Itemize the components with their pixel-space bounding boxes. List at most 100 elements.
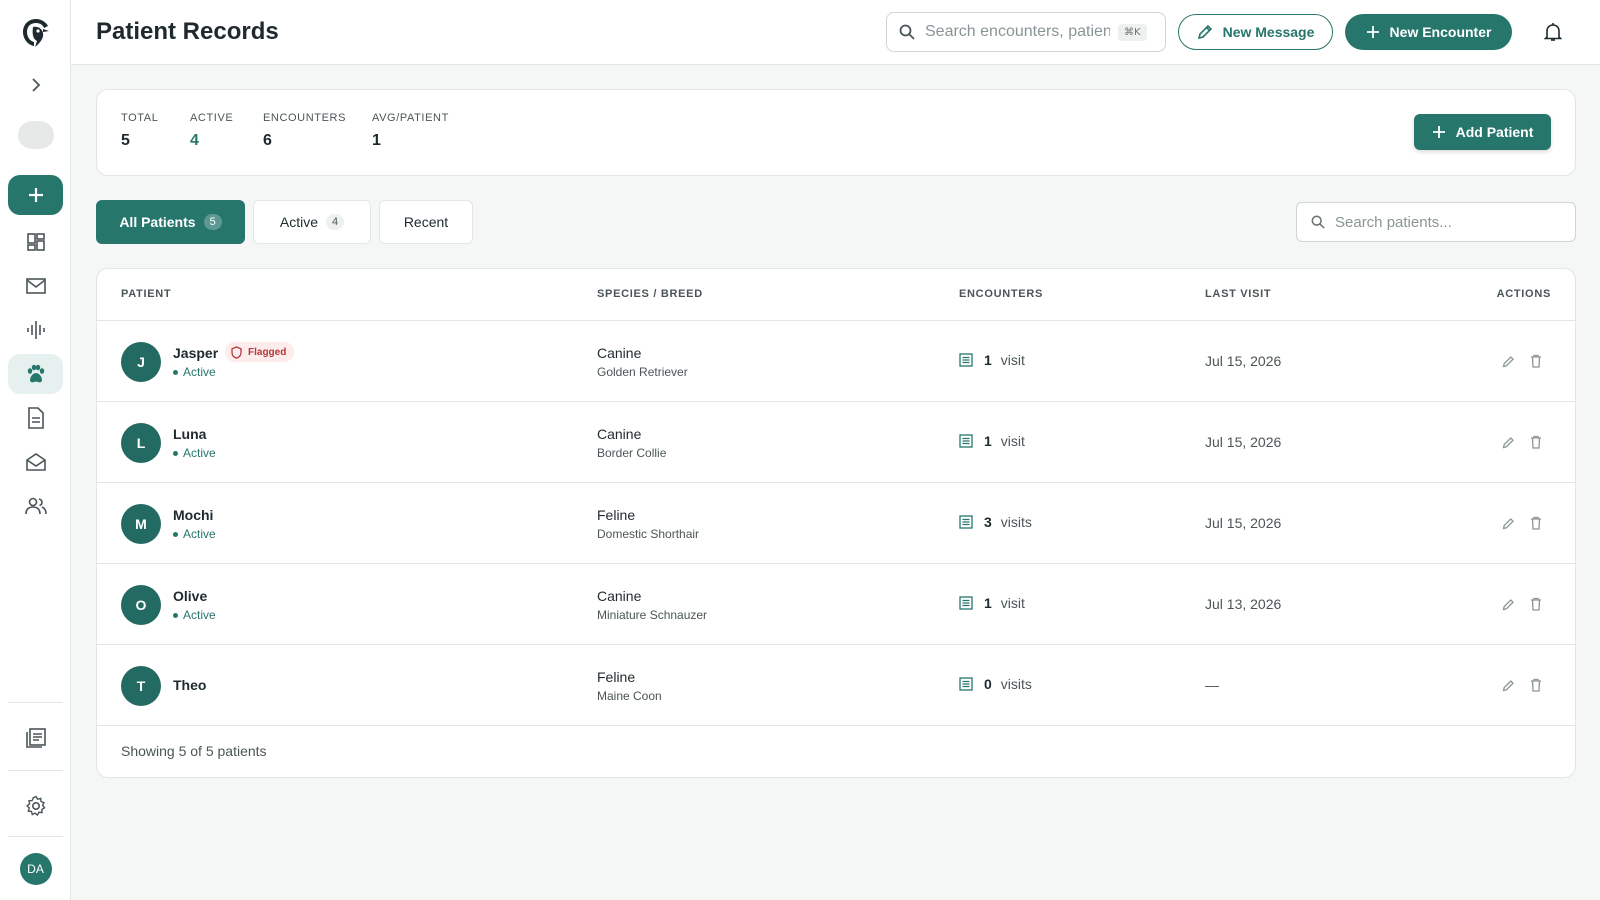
tab-all-patients[interactable]: All Patients 5	[96, 200, 245, 244]
stat-label: AVG/PATIENT	[372, 112, 449, 124]
delete-button[interactable]	[1528, 434, 1544, 450]
search-icon	[899, 24, 915, 40]
table-row[interactable]: M Mochi Active Feline Domestic Shorthair…	[97, 483, 1575, 564]
status-badge: Active	[173, 365, 216, 379]
pencil-icon	[1502, 436, 1514, 448]
sidebar-item-patients[interactable]	[0, 354, 71, 394]
add-patient-button[interactable]: Add Patient	[1414, 114, 1551, 150]
new-item-button[interactable]	[0, 175, 71, 215]
global-search[interactable]: ⌘K	[886, 12, 1166, 52]
delete-button[interactable]	[1528, 515, 1544, 531]
edit-button[interactable]	[1500, 353, 1516, 369]
edit-button[interactable]	[1500, 434, 1516, 450]
list-icon	[959, 596, 973, 610]
sidebar-item-audio[interactable]	[0, 310, 71, 350]
encounter-unit: visit	[1000, 595, 1025, 611]
last-visit: Jul 15, 2026	[1205, 515, 1282, 531]
new-message-label: New Message	[1222, 24, 1315, 40]
workspace-switcher[interactable]	[0, 121, 71, 149]
encounter-number: 0	[984, 676, 992, 692]
breed: Border Collie	[597, 446, 667, 460]
status-dot	[173, 531, 178, 537]
sidebar-item-team[interactable]	[0, 486, 71, 526]
stat-label: ENCOUNTERS	[263, 112, 347, 124]
sidebar-divider	[8, 770, 63, 771]
encounter-number: 1	[984, 352, 992, 368]
table-header: PATIENT SPECIES / BREED ENCOUNTERS LAST …	[97, 269, 1575, 321]
encounter-unit: visits	[1000, 676, 1032, 692]
patient-name[interactable]: Mochi	[173, 507, 213, 523]
encounter-number: 1	[984, 433, 992, 449]
expand-sidebar-button[interactable]	[0, 72, 71, 98]
tab-active[interactable]: Active 4	[253, 200, 371, 244]
edit-button[interactable]	[1500, 677, 1516, 693]
chevron-right-icon	[31, 78, 40, 92]
patient-name[interactable]: Luna	[173, 426, 206, 442]
sidebar-item-inbox[interactable]	[0, 442, 71, 482]
delete-button[interactable]	[1528, 677, 1544, 693]
edit-button[interactable]	[1500, 515, 1516, 531]
edit-button[interactable]	[1500, 596, 1516, 612]
encounter-number: 1	[984, 595, 992, 611]
patient-avatar: L	[121, 423, 161, 463]
list-icon	[959, 434, 973, 448]
pencil-icon	[1502, 679, 1514, 691]
pencil-icon	[1502, 355, 1514, 367]
stats-card: TOTAL 5 ACTIVE 4 ENCOUNTERS 6 AVG/PATIEN…	[96, 89, 1576, 176]
notifications-button[interactable]	[1541, 20, 1565, 44]
sidebar-item-messages[interactable]	[0, 266, 71, 306]
table-row[interactable]: J Jasper Flagged Active Canine Golden Re…	[97, 321, 1575, 402]
column-header-last-visit: LAST VISIT	[1205, 288, 1272, 300]
tab-label: All Patients	[119, 214, 196, 230]
dashboard-icon	[26, 233, 45, 251]
species: Feline	[597, 507, 636, 523]
inbox-icon	[25, 453, 46, 471]
new-message-button[interactable]: New Message	[1178, 14, 1333, 50]
stat-label: ACTIVE	[190, 112, 234, 124]
app-logo[interactable]	[0, 14, 71, 52]
sidebar-item-documents[interactable]	[0, 398, 71, 438]
encounter-unit: visit	[1000, 433, 1025, 449]
last-visit: —	[1205, 677, 1219, 693]
stat-value: 6	[263, 132, 272, 149]
bird-logo-icon	[22, 19, 49, 47]
encounter-count: 1 visit	[959, 433, 1025, 449]
status-label: Active	[183, 527, 216, 541]
list-icon	[959, 515, 973, 529]
trash-icon	[1531, 516, 1541, 530]
table-row[interactable]: L Luna Active Canine Border Collie 1 vis…	[97, 402, 1575, 483]
tab-count: 5	[203, 214, 222, 230]
sidebar-item-dashboard[interactable]	[0, 222, 71, 262]
pencil-icon	[1502, 598, 1514, 610]
status-label: Active	[183, 365, 216, 379]
user-avatar-button[interactable]: DA	[0, 852, 71, 886]
tab-recent[interactable]: Recent	[379, 200, 473, 244]
shortcut-badge: ⌘K	[1118, 23, 1147, 41]
delete-button[interactable]	[1528, 596, 1544, 612]
page-title: Patient Records	[96, 18, 279, 45]
new-item-bg	[8, 175, 63, 215]
global-search-input[interactable]	[925, 23, 1110, 41]
delete-button[interactable]	[1528, 353, 1544, 369]
patient-name[interactable]: Jasper	[173, 345, 218, 361]
patient-avatar: O	[121, 585, 161, 625]
patient-search-input[interactable]	[1335, 213, 1555, 231]
patient-name[interactable]: Theo	[173, 677, 206, 693]
paw-icon	[27, 364, 44, 383]
tab-label: Recent	[403, 214, 449, 230]
sidebar-item-notes[interactable]	[0, 718, 71, 758]
new-encounter-button[interactable]: New Encounter	[1345, 14, 1512, 50]
sidebar: DA	[0, 0, 71, 900]
sidebar-item-settings[interactable]	[0, 786, 71, 826]
last-visit: Jul 15, 2026	[1205, 353, 1282, 369]
patient-search[interactable]	[1296, 202, 1576, 242]
list-icon	[959, 353, 973, 367]
trash-icon	[1531, 678, 1541, 692]
last-visit: Jul 13, 2026	[1205, 596, 1282, 612]
table-row[interactable]: O Olive Active Canine Miniature Schnauze…	[97, 564, 1575, 645]
table-row[interactable]: T Theo Feline Maine Coon 0 visits —	[97, 645, 1575, 726]
status-label: Active	[183, 608, 216, 622]
stat-encounters: ENCOUNTERS 6	[263, 112, 346, 150]
patient-name[interactable]: Olive	[173, 588, 207, 604]
encounter-count: 1 visit	[959, 352, 1025, 368]
